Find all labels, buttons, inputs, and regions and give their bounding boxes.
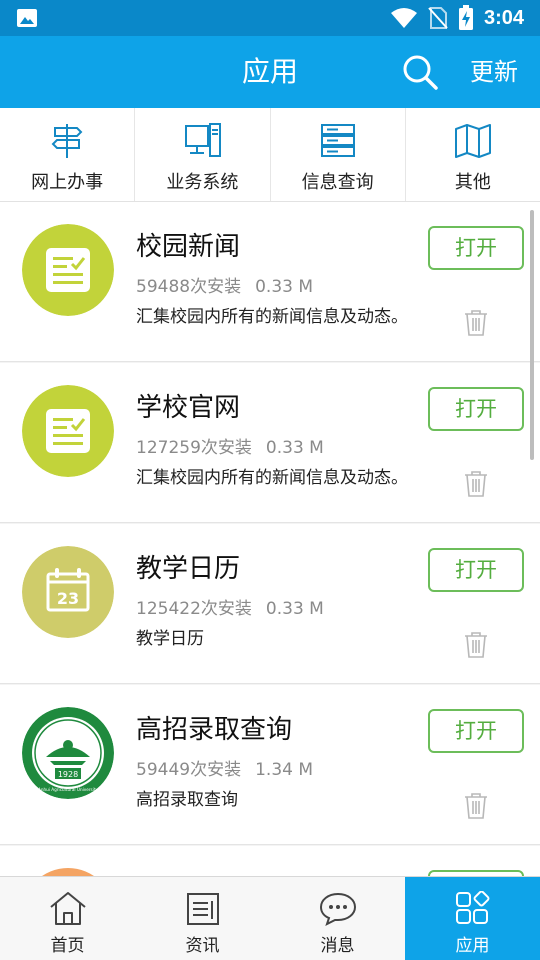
app-list[interactable]: 校园新闻 59488次安装 0.33 M 汇集校园内所有的新闻信息及动态。 打开 [0, 202, 540, 876]
app-size: 0.33 M [265, 438, 324, 458]
app-meta: 127259次安装 0.33 M [136, 433, 324, 458]
tab-news[interactable]: 资讯 [135, 877, 270, 960]
app-name: 校园新闻 [136, 232, 241, 262]
trash-icon[interactable] [464, 310, 488, 336]
app-description: 汇集校园内所有的新闻信息及动态。 [136, 468, 408, 488]
app-description: 教学日历 [136, 629, 204, 649]
update-button[interactable]: 更新 [470, 36, 518, 108]
app-icon-partial [22, 868, 114, 876]
app-meta: 59449次安装 1.34 M [136, 755, 313, 780]
calendar-day: 23 [57, 589, 79, 608]
news-icon [186, 893, 219, 925]
category-label: 业务系统 [166, 172, 239, 193]
app-description: 高招录取查询 [136, 790, 238, 810]
category-label: 其他 [454, 172, 491, 193]
seal-year: 1928 [58, 770, 78, 779]
category-bar: 网上办事 业务系统 信息查询 其他 [0, 108, 540, 202]
page-title: 应用 [241, 55, 298, 88]
install-count: 59449次安装 [136, 760, 242, 780]
category-business-system[interactable]: 业务系统 [135, 108, 271, 201]
app-size: 0.33 M [265, 599, 324, 619]
system-icons: 3:04 [390, 0, 524, 36]
home-icon [49, 892, 86, 925]
app-name: 教学日历 [136, 554, 241, 584]
news-document-icon [22, 385, 114, 477]
status-bar: 3:04 [0, 0, 540, 36]
image-notification-icon [17, 9, 37, 27]
category-online-services[interactable]: 网上办事 [0, 108, 136, 201]
bottom-nav: 首页 资讯 消息 应用 [0, 876, 540, 960]
app-size: 0.33 M [255, 277, 314, 297]
install-count: 59488次安装 [136, 277, 242, 297]
category-label: 网上办事 [31, 172, 104, 193]
apps-icon [455, 891, 489, 924]
tab-label: 消息 [320, 936, 355, 956]
open-button[interactable]: 打开 [428, 709, 524, 753]
category-label: 信息查询 [301, 172, 374, 193]
seal-text: Anhui Agricultural University [38, 787, 99, 792]
app-name: 学校官网 [136, 393, 241, 423]
app-row-partial[interactable] [0, 846, 540, 876]
computer-icon [185, 123, 222, 157]
open-button[interactable]: 打开 [428, 387, 524, 431]
message-icon [319, 892, 356, 926]
server-icon [320, 124, 355, 157]
category-other[interactable]: 其他 [406, 108, 540, 201]
open-button[interactable]: 打开 [428, 226, 524, 270]
tab-label: 应用 [455, 936, 490, 956]
app-meta: 125422次安装 0.33 M [136, 594, 324, 619]
tab-label: 首页 [50, 936, 85, 956]
tab-apps[interactable]: 应用 [405, 877, 540, 960]
signpost-icon [51, 124, 83, 158]
app-size: 1.34 M [255, 760, 314, 780]
install-count: 127259次安装 [136, 438, 252, 458]
app-description: 汇集校园内所有的新闻信息及动态。 [136, 307, 408, 327]
tab-home[interactable]: 首页 [0, 877, 135, 960]
news-document-icon [22, 224, 114, 316]
wifi-icon [390, 8, 417, 28]
app-row[interactable]: 校园新闻 59488次安装 0.33 M 汇集校园内所有的新闻信息及动态。 打开 [0, 202, 540, 362]
search-icon[interactable] [400, 52, 440, 92]
scrollbar-thumb[interactable] [530, 210, 534, 460]
tab-label: 资讯 [185, 936, 220, 956]
battery-charging-icon [458, 5, 473, 30]
calendar-icon: 23 [22, 546, 114, 638]
app-meta: 59488次安装 0.33 M [136, 272, 313, 297]
open-button[interactable]: 打开 [428, 548, 524, 592]
no-sim-icon [428, 7, 448, 29]
app-row[interactable]: 学校官网 127259次安装 0.33 M 汇集校园内所有的新闻信息及动态。 打开 [0, 363, 540, 523]
trash-icon[interactable] [464, 632, 488, 658]
university-seal-icon: 1928 Anhui Agricultural University [22, 707, 114, 799]
status-time: 3:04 [483, 6, 524, 29]
app-header: 应用 更新 [0, 36, 540, 108]
app-name: 高招录取查询 [136, 715, 293, 745]
tab-messages[interactable]: 消息 [270, 877, 405, 960]
category-info-query[interactable]: 信息查询 [271, 108, 406, 201]
trash-icon[interactable] [464, 793, 488, 819]
trash-icon[interactable] [464, 471, 488, 497]
app-row[interactable]: 1928 Anhui Agricultural University 高招录取查… [0, 685, 540, 845]
app-row[interactable]: 23 教学日历 125422次安装 0.33 M 教学日历 打开 [0, 524, 540, 684]
install-count: 125422次安装 [136, 599, 252, 619]
map-icon [454, 124, 491, 158]
